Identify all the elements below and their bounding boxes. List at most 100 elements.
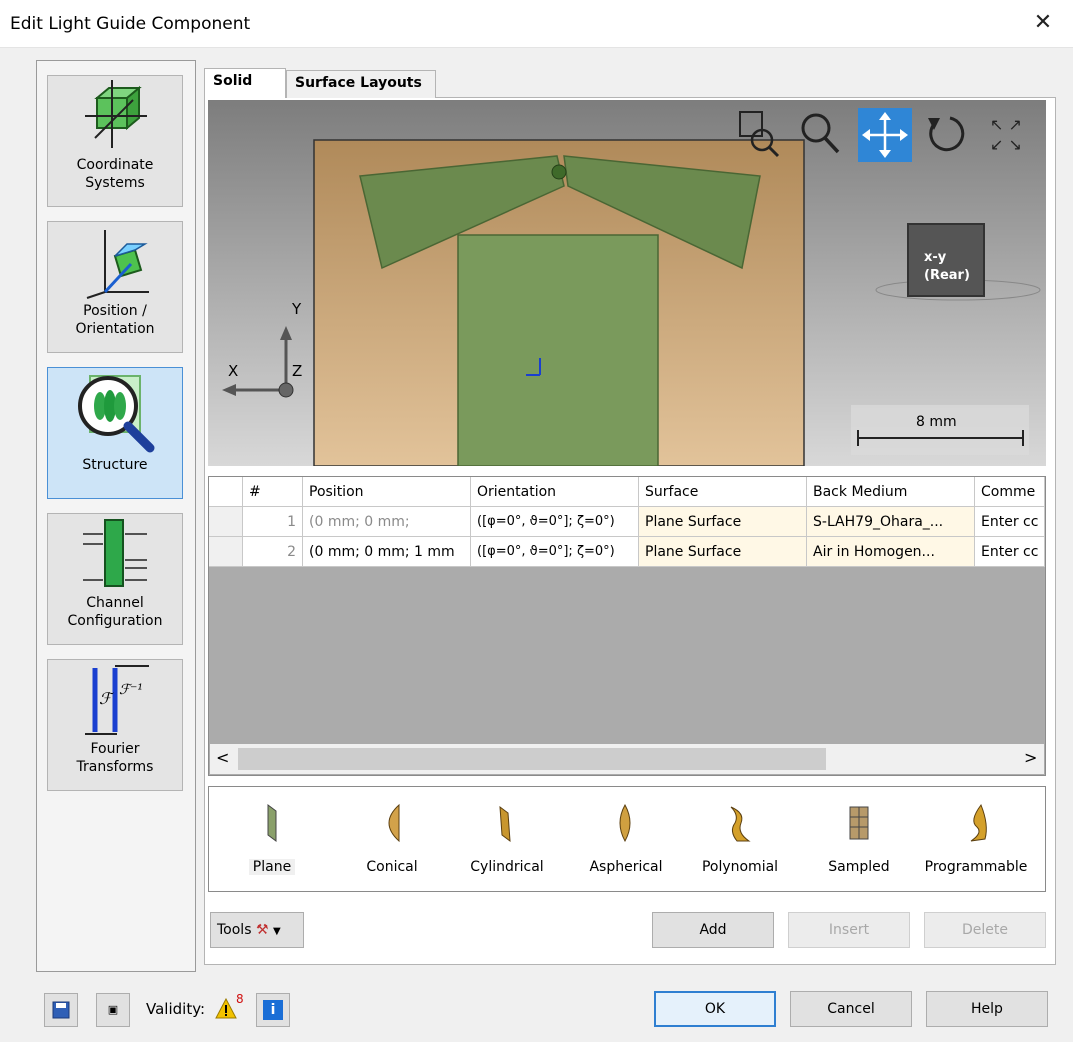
- scroll-right-button[interactable]: >: [1024, 748, 1037, 767]
- programmable-surface-icon: [970, 803, 987, 842]
- cell-comment[interactable]: Enter cc: [975, 507, 1045, 537]
- position-orientation-icon: [86, 230, 149, 299]
- nav-label: Coordinate: [76, 157, 154, 173]
- nav-label: Transforms: [76, 759, 154, 775]
- save-button[interactable]: [44, 993, 78, 1027]
- view-cube-face[interactable]: x-y: [924, 250, 946, 265]
- palette-conical[interactable]: Conical: [347, 787, 437, 891]
- column-header-orientation[interactable]: Orientation: [471, 477, 639, 507]
- structure-icon: [78, 375, 155, 453]
- aspherical-surface-icon: [619, 803, 631, 843]
- nav-label: Fourier: [90, 741, 140, 757]
- palette-sampled[interactable]: Sampled: [809, 787, 909, 891]
- ok-button[interactable]: OK: [654, 991, 776, 1027]
- palette-label: Programmable: [924, 859, 1028, 875]
- nav-fourier-transforms[interactable]: ℱ ℱ⁻¹ Fourier Transforms: [47, 659, 183, 791]
- 3d-view-icon: ▣: [107, 1003, 119, 1016]
- palette-programmable[interactable]: Programmable: [913, 787, 1039, 891]
- axis-x-label: X: [228, 362, 239, 380]
- tab-surface-layouts[interactable]: Surface Layouts: [286, 70, 436, 98]
- palette-label: Aspherical: [589, 859, 663, 875]
- cell-surface[interactable]: Plane Surface: [639, 507, 807, 537]
- palette-label: Conical: [366, 859, 418, 875]
- conical-surface-icon: [388, 803, 400, 843]
- 3d-viewport[interactable]: ↖ ↗ ↙ ↘ Y X Z x-y (Rear) 8 mm: [208, 100, 1046, 466]
- pan-icon[interactable]: [858, 108, 912, 162]
- zoom-window-icon[interactable]: [738, 110, 782, 160]
- tab-solid[interactable]: Solid: [204, 68, 286, 98]
- palette-aspherical[interactable]: Aspherical: [571, 787, 681, 891]
- cell-back-medium[interactable]: Air in Homogen...: [807, 537, 975, 567]
- row-selector[interactable]: [209, 507, 243, 537]
- palette-label: Cylindrical: [470, 859, 544, 875]
- viewport-scene: ↖ ↗ ↙ ↘: [222, 108, 1041, 466]
- cell-orientation[interactable]: ([φ=0°, ϑ=0°]; ζ=0°): [471, 537, 639, 567]
- palette-plane[interactable]: Plane: [227, 787, 317, 891]
- horizontal-scrollbar[interactable]: < >: [210, 744, 1044, 774]
- column-header-comment[interactable]: Comme: [975, 477, 1045, 507]
- nav-coordinate-systems[interactable]: Coordinate Systems: [47, 75, 183, 207]
- row-selector[interactable]: [209, 537, 243, 567]
- column-header-surface[interactable]: Surface: [639, 477, 807, 507]
- cell-position[interactable]: (0 mm; 0 mm;: [303, 507, 471, 537]
- delete-button[interactable]: Delete: [924, 912, 1046, 948]
- surface-table: # Position Orientation Surface Back Medi…: [208, 476, 1046, 776]
- cell-orientation[interactable]: ([φ=0°, ϑ=0°]; ζ=0°): [471, 507, 639, 537]
- axis-y-label: Y: [292, 300, 302, 318]
- palette-label: Polynomial: [701, 859, 779, 875]
- view-cube-face-sub[interactable]: (Rear): [924, 268, 970, 283]
- palette-cylindrical[interactable]: Cylindrical: [457, 787, 557, 891]
- warning-icon[interactable]: [214, 996, 238, 1020]
- nav-channel-configuration[interactable]: Channel Configuration: [47, 513, 183, 645]
- cell-position[interactable]: (0 mm; 0 mm; 1 mm: [303, 537, 471, 567]
- chevron-down-icon: ▼: [272, 926, 281, 937]
- column-header-back-medium[interactable]: Back Medium: [807, 477, 975, 507]
- nav-position-orientation[interactable]: Position / Orientation: [47, 221, 183, 353]
- warning-count: 8: [236, 992, 244, 1006]
- info-button[interactable]: i: [256, 993, 290, 1027]
- info-icon: i: [263, 1000, 283, 1020]
- sampled-surface-icon: [849, 806, 869, 840]
- nav-structure[interactable]: Structure: [47, 367, 183, 499]
- surface-palette: Plane Conical Cylindrical Aspherical Pol…: [208, 786, 1046, 892]
- polynomial-surface-icon: [730, 806, 751, 842]
- title-bar: Edit Light Guide Component ✕: [0, 0, 1073, 48]
- scroll-left-button[interactable]: <: [216, 748, 229, 767]
- insert-button[interactable]: Insert: [788, 912, 910, 948]
- fit-view-icon[interactable]: [988, 110, 1038, 158]
- nav-label: Channel: [86, 595, 144, 611]
- cell-back-medium[interactable]: S-LAH79_Ohara_...: [807, 507, 975, 537]
- nav-label: Systems: [85, 175, 145, 191]
- column-header-num[interactable]: #: [243, 477, 303, 507]
- svg-text:ℱ⁻¹: ℱ⁻¹: [119, 682, 143, 698]
- side-navigation: Coordinate Systems Position / Orientatio…: [36, 60, 196, 972]
- tools-label: Tools: [217, 922, 252, 938]
- coordinate-systems-icon: [85, 80, 147, 148]
- cell-num: 1: [243, 507, 303, 537]
- rotate-icon[interactable]: [924, 108, 974, 162]
- window-title: Edit Light Guide Component: [10, 14, 251, 34]
- cell-comment[interactable]: Enter cc: [975, 537, 1045, 567]
- add-button[interactable]: Add: [652, 912, 774, 948]
- save-icon: [52, 1001, 70, 1019]
- palette-polynomial[interactable]: Polynomial: [685, 787, 795, 891]
- fourier-transforms-icon: ℱ ℱ⁻¹: [85, 665, 149, 735]
- nav-label: Structure: [82, 457, 148, 473]
- tools-dropdown[interactable]: Tools ⚒ ▼: [210, 912, 304, 948]
- nav-label: Configuration: [67, 613, 163, 629]
- row-header-corner: [209, 477, 243, 507]
- palette-label: Sampled: [828, 859, 890, 875]
- nav-label: Position /: [83, 303, 147, 319]
- zoom-icon[interactable]: [798, 110, 844, 160]
- cell-surface[interactable]: Plane Surface: [639, 537, 807, 567]
- scale-bar-label: 8 mm: [916, 414, 957, 430]
- cylindrical-surface-icon: [499, 805, 511, 843]
- column-header-position[interactable]: Position: [303, 477, 471, 507]
- 3d-view-button[interactable]: ▣: [96, 993, 130, 1027]
- palette-label: Plane: [248, 859, 296, 875]
- cancel-button[interactable]: Cancel: [790, 991, 912, 1027]
- channel-configuration-icon: [83, 519, 147, 587]
- help-button[interactable]: Help: [926, 991, 1048, 1027]
- scrollbar-thumb[interactable]: [238, 748, 826, 770]
- close-button[interactable]: ✕: [1025, 8, 1061, 40]
